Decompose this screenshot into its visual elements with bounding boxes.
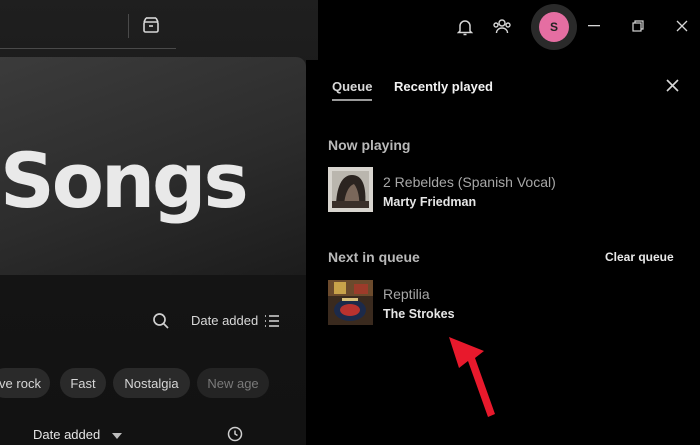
restore-icon[interactable] (630, 18, 646, 34)
search-icon[interactable] (151, 311, 171, 331)
hero-banner: Songs (0, 57, 306, 275)
install-app-icon[interactable] (140, 14, 162, 36)
top-divider (128, 14, 129, 38)
track-title: 2 Rebeldes (Spanish Vocal) (383, 174, 556, 190)
chevron-down-icon (111, 432, 122, 439)
close-window-icon[interactable] (674, 18, 690, 34)
sort-dropdown[interactable]: Date added (191, 313, 258, 328)
track-artist[interactable]: The Strokes (383, 307, 455, 321)
bell-icon[interactable] (456, 18, 474, 36)
next-in-queue-heading: Next in queue (328, 249, 420, 265)
track-artist[interactable]: Marty Friedman (383, 195, 476, 209)
sort-label: Date added (191, 313, 259, 328)
search-bar[interactable] (0, 48, 176, 49)
chip-fast[interactable]: Fast (60, 368, 106, 398)
avatar: S (539, 12, 569, 42)
tab-underline (332, 99, 372, 101)
list-view-icon[interactable] (263, 312, 281, 330)
tab-recently-played[interactable]: Recently played (394, 79, 493, 94)
album-cover (328, 167, 373, 212)
friend-activity-icon[interactable] (491, 17, 513, 37)
annotation-arrow-icon (446, 334, 498, 420)
track-title: Reptilia (383, 286, 430, 302)
tab-queue[interactable]: Queue (332, 79, 372, 94)
chip-nostalgia[interactable]: Nostalgia (113, 368, 190, 398)
profile-button[interactable]: S (531, 4, 577, 50)
close-icon[interactable] (664, 77, 680, 93)
column-header-date-added[interactable]: Date added (33, 427, 122, 442)
clear-queue-button[interactable]: Clear queue (605, 250, 674, 264)
chip-rock[interactable]: ve rock (0, 368, 50, 398)
chip-new-age[interactable]: New age (197, 368, 269, 398)
minimize-icon[interactable] (586, 18, 602, 34)
now-playing-heading: Now playing (328, 137, 411, 153)
album-cover (328, 280, 373, 325)
clock-icon (226, 425, 244, 443)
page-title: Songs (0, 136, 249, 225)
queue-panel: Queue Recently played Now playing 2 Rebe… (306, 60, 700, 445)
